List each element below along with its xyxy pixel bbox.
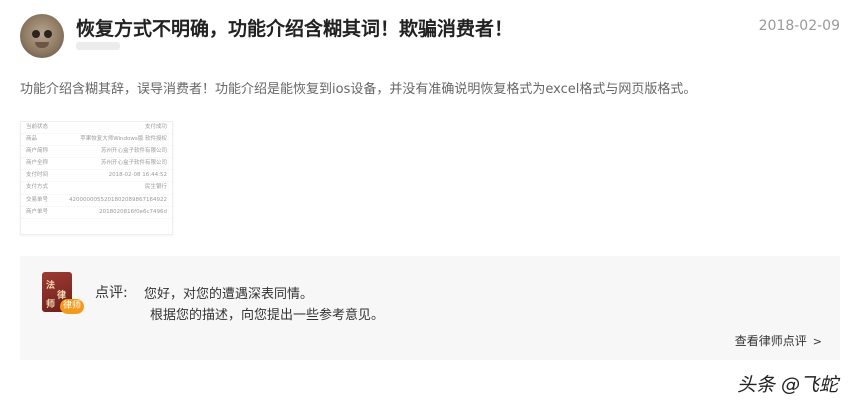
- post-description: 功能介绍含糊其辞，误导消费者！功能介绍是能恢复到ios设备，并没有准确说明恢复格…: [20, 82, 697, 97]
- receipt-screenshot-thumbnail[interactable]: 当前状态 支付成功 商品 苹果恢复大师Windows版 软件授权 商户简称 苏州开心盒…: [20, 121, 173, 235]
- post-title[interactable]: 恢复方式不明确，功能介绍含糊其词！欺骗消费者！: [76, 14, 513, 41]
- receipt-row: 商户全称 苏州开心盒子软件有限公司: [21, 158, 172, 171]
- avatar-eye-left: [32, 30, 40, 38]
- username-blurred: [76, 42, 120, 50]
- chevron-right-icon: >: [812, 335, 822, 348]
- lawyer-badge: 律师: [60, 299, 84, 314]
- user-avatar[interactable]: [20, 14, 64, 58]
- watermark-text: 头条 @飞蛇: [736, 374, 838, 396]
- receipt-row: 交易单号 4200000055201802089867164922: [21, 195, 172, 207]
- view-lawyer-comment-label: 查看律师点评: [734, 334, 807, 348]
- lawyer-reply-panel: 法 律 师 律师 点评: 您好，对您的遭遇深表同情。 根据您的描述，向您提出一些…: [20, 256, 840, 360]
- receipt-row: 支付方式 民生银行: [21, 182, 172, 195]
- avatar-eye-right: [44, 30, 52, 38]
- lawyer-avatar[interactable]: 法 律 师 律师: [42, 272, 84, 314]
- receipt-row: 商品 苹果恢复大师Windows版 软件授权: [21, 134, 172, 147]
- comment-text-line1: 您好，对您的遭遇深表同情。: [144, 287, 314, 302]
- receipt-row: 商户简称 苏州开心盒子软件有限公司: [21, 146, 172, 159]
- receipt-row: 当前状态 支付成功: [21, 122, 172, 135]
- view-lawyer-comment-link[interactable]: 查看律师点评 >: [735, 332, 822, 349]
- receipt-row: 商户单号 2018020816f0e6c7496d: [21, 207, 172, 219]
- receipt-row: 支付时间 2018-02-08 16:44:52: [21, 170, 172, 183]
- comment-text-line2: 根据您的描述，向您提出一些参考意见。: [150, 308, 385, 323]
- avatar-mouth: [35, 42, 49, 48]
- comment-label: 点评:: [95, 285, 128, 301]
- post-date: 2018-02-09: [758, 18, 840, 34]
